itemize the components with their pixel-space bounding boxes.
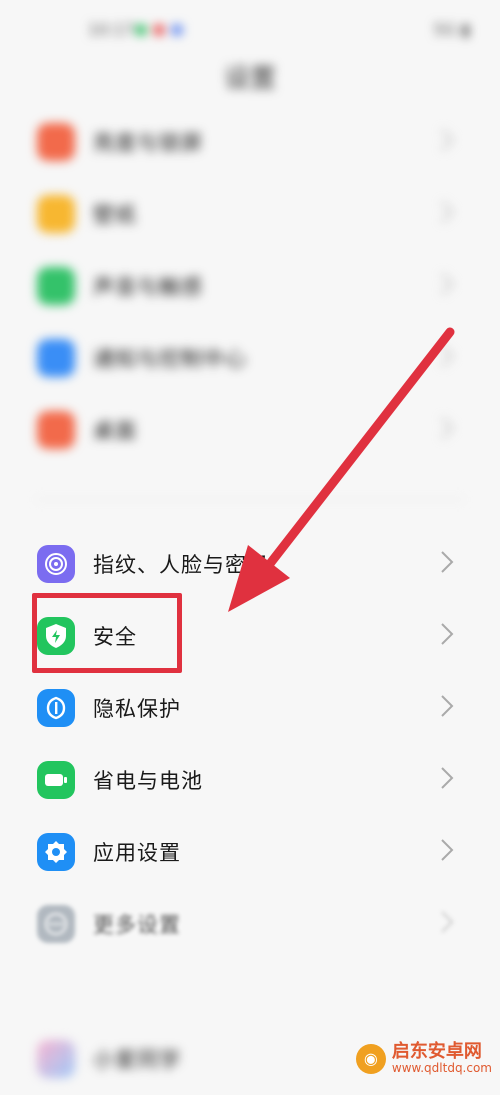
watermark-url: www.qdltdq.com bbox=[391, 1060, 492, 1075]
settings-item-more-settings[interactable]: 更多设置 bbox=[0, 890, 500, 960]
chevron-right-icon bbox=[440, 128, 464, 154]
settings-item-privacy[interactable]: 隐私保护 bbox=[0, 674, 500, 744]
settings-item-desktop[interactable]: 桌面 bbox=[0, 396, 500, 466]
fingerprint-icon bbox=[37, 545, 75, 583]
chevron-right-icon bbox=[440, 416, 464, 442]
settings-item-fingerprint-face-password[interactable]: 指纹、人脸与密码 bbox=[0, 530, 500, 600]
chevron-right-icon bbox=[440, 344, 464, 370]
gear-icon bbox=[37, 833, 75, 871]
watermark-name: 启东安卓网 bbox=[391, 1041, 482, 1063]
watermark: ◉ 启东安卓网 www.qdltdq.com bbox=[355, 1041, 492, 1075]
settings-item-label: 桌面 bbox=[93, 419, 137, 443]
status-signal-battery: 5G ▮ bbox=[433, 20, 470, 39]
settings-item-label: 小爱同学 bbox=[93, 1048, 181, 1072]
brightness-icon bbox=[37, 123, 75, 161]
notification-icon bbox=[37, 339, 75, 377]
settings-item-label: 壁纸 bbox=[93, 203, 137, 227]
chevron-right-icon bbox=[440, 200, 464, 226]
settings-item-label: 隐私保护 bbox=[93, 697, 181, 721]
chevron-right-icon bbox=[440, 766, 464, 792]
battery-icon bbox=[37, 761, 75, 799]
privacy-icon bbox=[37, 689, 75, 727]
settings-item-label: 指纹、人脸与密码 bbox=[93, 553, 269, 577]
watermark-logo-icon: ◉ bbox=[355, 1043, 386, 1074]
assistant-icon bbox=[37, 1040, 75, 1078]
chevron-right-icon bbox=[440, 838, 464, 864]
settings-item-label: 亮度与锁屏 bbox=[93, 131, 203, 155]
chevron-right-icon bbox=[440, 622, 464, 648]
settings-item-label: 声音与触感 bbox=[93, 275, 203, 299]
chevron-right-icon bbox=[440, 550, 464, 576]
settings-item-wallpaper[interactable]: 壁纸 bbox=[0, 180, 500, 250]
chevron-right-icon bbox=[440, 272, 464, 298]
page-title: 设置 bbox=[223, 64, 276, 94]
sound-icon bbox=[37, 267, 75, 305]
more-icon bbox=[37, 905, 75, 943]
chevron-right-icon bbox=[440, 694, 464, 720]
settings-item-battery[interactable]: 省电与电池 bbox=[0, 746, 500, 816]
settings-item-label: 通知与控制中心 bbox=[93, 347, 247, 371]
settings-item-app-settings[interactable]: 应用设置 bbox=[0, 818, 500, 888]
section-divider bbox=[36, 499, 464, 500]
settings-item-label: 省电与电池 bbox=[93, 769, 203, 793]
status-bar: 10:17 5G ▮ bbox=[0, 14, 500, 48]
settings-item-label: 更多设置 bbox=[93, 913, 181, 937]
chevron-right-icon bbox=[440, 910, 464, 936]
settings-item-sound[interactable]: 声音与触感 bbox=[0, 252, 500, 322]
desktop-icon bbox=[37, 411, 75, 449]
settings-item-brightness[interactable]: 亮度与锁屏 bbox=[0, 108, 500, 178]
status-time: 10:17 bbox=[88, 20, 135, 39]
settings-item-notifications[interactable]: 通知与控制中心 bbox=[0, 324, 500, 394]
status-notification-icons bbox=[135, 24, 183, 36]
highlight-box bbox=[32, 593, 182, 673]
settings-item-label: 应用设置 bbox=[93, 841, 181, 865]
wallpaper-icon bbox=[37, 195, 75, 233]
